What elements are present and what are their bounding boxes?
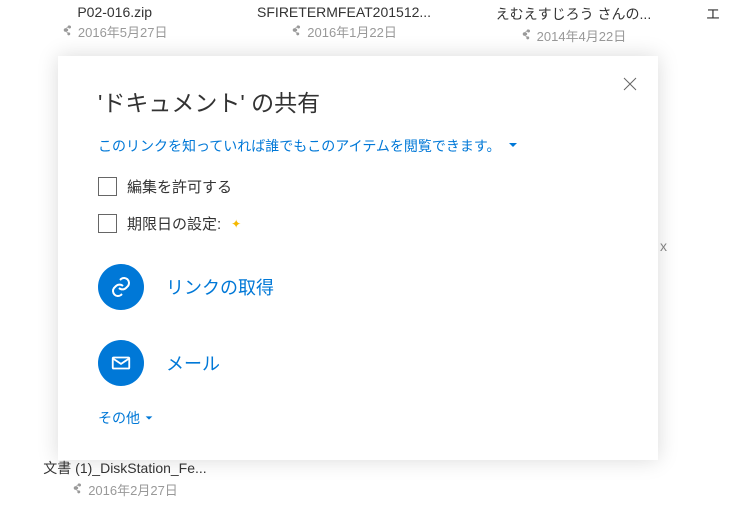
file-item[interactable]: SFIRETERMFEAT201512... 2016年1月22日 bbox=[229, 4, 458, 45]
get-link-button[interactable]: リンクの取得 bbox=[98, 264, 618, 310]
share-icon bbox=[521, 28, 533, 43]
file-date: 2014年4月22日 bbox=[537, 26, 627, 45]
file-item[interactable]: エ bbox=[688, 4, 738, 45]
file-date: 2016年5月27日 bbox=[78, 22, 168, 41]
link-icon bbox=[98, 264, 144, 310]
file-item[interactable]: P02-016.zip 2016年5月27日 bbox=[0, 4, 229, 45]
file-name: P02-016.zip bbox=[0, 4, 229, 20]
expiry-label: 期限日の設定: bbox=[127, 213, 221, 234]
file-name: えむえすじろう さんの... bbox=[459, 4, 688, 24]
other-dropdown[interactable]: その他 bbox=[98, 408, 618, 428]
mail-button[interactable]: メール bbox=[98, 340, 618, 386]
allow-edit-row[interactable]: 編集を許可する bbox=[98, 176, 618, 197]
get-link-label: リンクの取得 bbox=[166, 274, 274, 300]
file-date: 2016年2月27日 bbox=[88, 480, 178, 499]
link-scope-dropdown[interactable]: このリンクを知っていれば誰でもこのアイテムを閲覧できます。 bbox=[98, 136, 618, 156]
share-dialog: 'ドキュメント' の共有 このリンクを知っていれば誰でもこのアイテムを閲覧できま… bbox=[58, 56, 658, 460]
mail-icon bbox=[98, 340, 144, 386]
file-name: エ bbox=[688, 4, 738, 24]
file-name: 文書 (1)_DiskStation_Fe... bbox=[20, 458, 230, 478]
file-row-top: P02-016.zip 2016年5月27日 SFIRETERMFEAT2015… bbox=[0, 0, 738, 45]
stray-character: x bbox=[660, 238, 667, 254]
chevron-down-icon bbox=[507, 138, 519, 154]
share-icon bbox=[62, 24, 74, 39]
close-button[interactable] bbox=[622, 76, 638, 97]
allow-edit-label: 編集を許可する bbox=[127, 176, 232, 197]
mail-label: メール bbox=[166, 350, 220, 376]
share-icon bbox=[72, 482, 84, 497]
other-label: その他 bbox=[98, 408, 140, 428]
file-item[interactable]: 文書 (1)_DiskStation_Fe... 2016年2月27日 bbox=[20, 458, 230, 499]
file-item[interactable]: えむえすじろう さんの... 2014年4月22日 bbox=[459, 4, 688, 45]
share-icon bbox=[291, 24, 303, 39]
file-date: 2016年1月22日 bbox=[307, 22, 397, 41]
allow-edit-checkbox[interactable] bbox=[98, 177, 117, 196]
file-name: SFIRETERMFEAT201512... bbox=[229, 4, 458, 20]
expiry-row[interactable]: 期限日の設定: ✦ bbox=[98, 213, 618, 234]
dialog-title: 'ドキュメント' の共有 bbox=[98, 84, 618, 118]
premium-star-icon: ✦ bbox=[231, 217, 241, 231]
link-scope-label: このリンクを知っていれば誰でもこのアイテムを閲覧できます。 bbox=[98, 136, 501, 156]
expiry-checkbox[interactable] bbox=[98, 214, 117, 233]
chevron-down-icon bbox=[144, 410, 154, 426]
